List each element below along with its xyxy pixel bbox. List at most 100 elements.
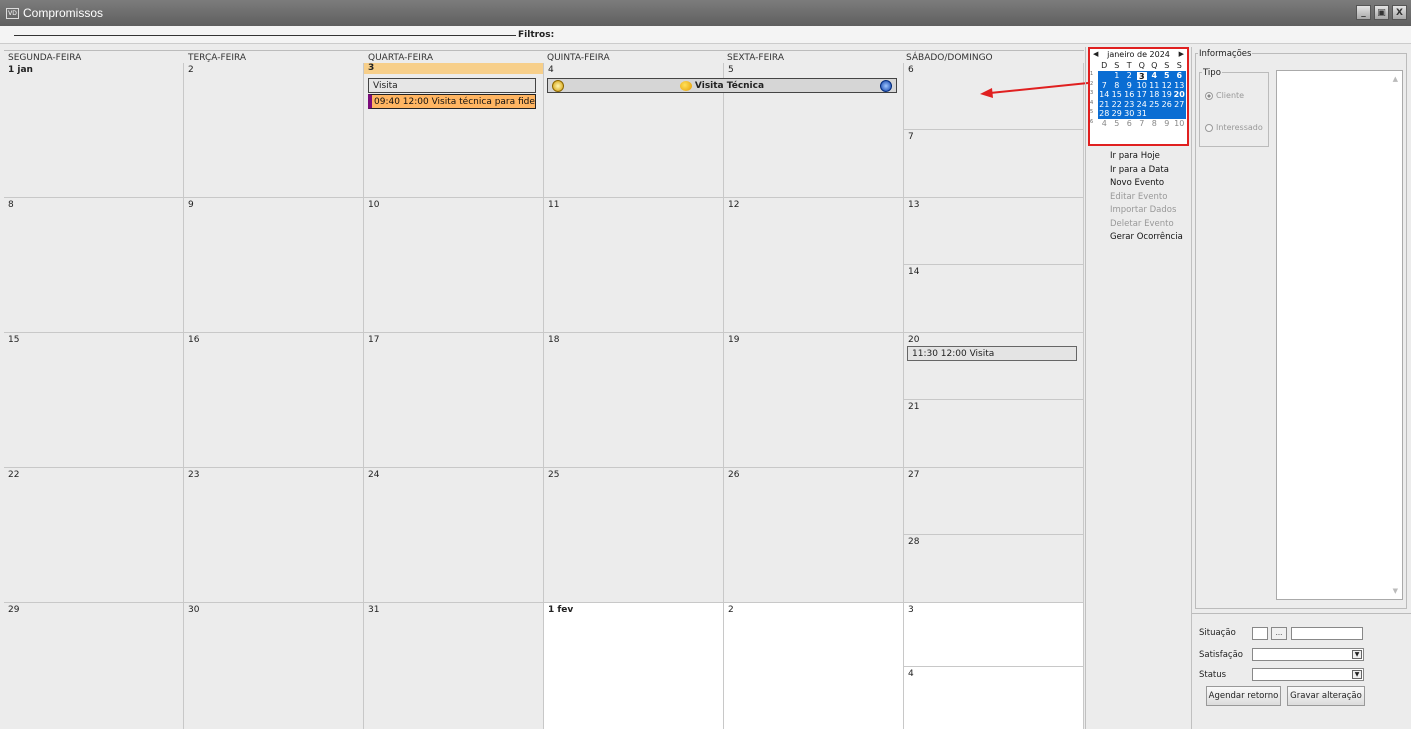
- day-cell[interactable]: 12: [724, 198, 904, 333]
- event-visita-sat20[interactable]: 11:30 12:00 Visita: [907, 346, 1077, 361]
- mini-day[interactable]: 28: [1098, 109, 1111, 119]
- mini-day-other-month[interactable]: 5: [1111, 119, 1124, 129]
- day-cell[interactable]: 13: [904, 198, 1084, 265]
- day-cell[interactable]: 29: [4, 603, 184, 729]
- event-visita-tecnica-multi-day[interactable]: Visita Técnica: [547, 78, 897, 93]
- mini-day[interactable]: 18: [1148, 90, 1161, 100]
- restore-button[interactable]: ▣: [1374, 5, 1389, 20]
- situacao-lookup-button[interactable]: ...: [1271, 627, 1287, 640]
- day-cell[interactable]: 18: [544, 333, 724, 468]
- mini-day[interactable]: 11: [1148, 80, 1161, 90]
- mini-day[interactable]: 8: [1110, 80, 1123, 90]
- day-cell[interactable]: 14: [904, 265, 1084, 333]
- mini-day[interactable]: 16: [1123, 90, 1136, 100]
- minimize-button[interactable]: _: [1356, 5, 1371, 20]
- day-cell[interactable]: 23: [184, 468, 364, 603]
- scroll-up-icon[interactable]: ▲: [1393, 75, 1398, 83]
- mini-day[interactable]: 1: [1110, 71, 1123, 81]
- day-cell-next-month[interactable]: 2: [724, 603, 904, 729]
- mini-day[interactable]: [1173, 109, 1186, 119]
- day-cell-next-month[interactable]: 4: [904, 667, 1084, 729]
- schedule-return-button[interactable]: Agendar retorno: [1206, 686, 1281, 706]
- day-cell[interactable]: 21: [904, 400, 1084, 468]
- day-cell[interactable]: 8: [4, 198, 184, 333]
- mini-day[interactable]: 6: [1173, 71, 1186, 81]
- day-cell[interactable]: 19: [724, 333, 904, 468]
- day-cell[interactable]: 26: [724, 468, 904, 603]
- day-cell[interactable]: 11: [544, 198, 724, 333]
- status-select[interactable]: ▼: [1252, 668, 1364, 681]
- mini-day[interactable]: [1160, 109, 1173, 119]
- mini-day-other-month[interactable]: 6: [1123, 119, 1136, 129]
- day-cell-next-month[interactable]: 3: [904, 603, 1084, 667]
- radio-interessado[interactable]: Interessado: [1205, 123, 1263, 132]
- event-visita-tecnica[interactable]: 09:40 12:00 Visita técnica para fideliza…: [368, 94, 536, 109]
- day-cell[interactable]: 22: [4, 468, 184, 603]
- day-cell[interactable]: 1 jan: [4, 63, 184, 198]
- mini-day-other-month[interactable]: 8: [1148, 119, 1161, 129]
- mini-calendar-grid[interactable]: 1 2 3 4 5 6 7 8 9 10 11 12 13 14 15 16 1…: [1098, 71, 1186, 128]
- day-cell[interactable]: 30: [184, 603, 364, 729]
- action-go-today[interactable]: Ir para Hoje: [1110, 150, 1183, 164]
- mini-day[interactable]: 17: [1135, 90, 1148, 100]
- mini-day[interactable]: [1148, 109, 1161, 119]
- mini-day[interactable]: 29: [1110, 109, 1123, 119]
- mini-day[interactable]: 10: [1135, 80, 1148, 90]
- scroll-down-icon[interactable]: ▼: [1393, 587, 1398, 595]
- mini-day[interactable]: 30: [1123, 109, 1136, 119]
- close-button[interactable]: X: [1392, 5, 1407, 20]
- mini-day[interactable]: 5: [1160, 71, 1173, 81]
- day-cell[interactable]: 20 11:30 12:00 Visita: [904, 333, 1084, 400]
- mini-calendar[interactable]: ◀ janeiro de 2024 ▶ D S T Q Q S S 1 2 3 …: [1088, 47, 1189, 146]
- mini-day[interactable]: 20: [1173, 90, 1186, 100]
- mini-day[interactable]: 25: [1148, 99, 1161, 109]
- mini-day-today[interactable]: 3: [1135, 71, 1148, 81]
- day-cell[interactable]: 9: [184, 198, 364, 333]
- mini-day[interactable]: [1098, 71, 1111, 81]
- day-cell[interactable]: 25: [544, 468, 724, 603]
- mini-day[interactable]: 31: [1135, 109, 1148, 119]
- action-go-to-date[interactable]: Ir para a Data: [1110, 164, 1183, 178]
- mini-day-other-month[interactable]: 9: [1161, 119, 1174, 129]
- mini-day[interactable]: 14: [1098, 90, 1111, 100]
- mini-day[interactable]: 9: [1123, 80, 1136, 90]
- day-cell[interactable]: 16: [184, 333, 364, 468]
- mini-day[interactable]: 19: [1160, 90, 1173, 100]
- day-cell[interactable]: 31: [364, 603, 544, 729]
- mini-day[interactable]: 22: [1110, 99, 1123, 109]
- mini-day[interactable]: 2: [1123, 71, 1136, 81]
- filters-bar[interactable]: Filtros:: [0, 26, 1411, 44]
- day-cell-next-month[interactable]: 1 fev: [544, 603, 724, 729]
- day-cell[interactable]: 15: [4, 333, 184, 468]
- satisfacao-select[interactable]: ▼: [1252, 648, 1364, 661]
- day-cell[interactable]: 6: [904, 63, 1084, 130]
- day-cell[interactable]: 7: [904, 130, 1084, 198]
- mini-day-other-month[interactable]: 10: [1173, 119, 1186, 129]
- day-cell[interactable]: 10: [364, 198, 544, 333]
- mini-day-other-month[interactable]: 4: [1098, 119, 1111, 129]
- mini-day[interactable]: 24: [1135, 99, 1148, 109]
- day-cell[interactable]: 17: [364, 333, 544, 468]
- day-cell[interactable]: 2: [184, 63, 364, 198]
- mini-day[interactable]: 26: [1160, 99, 1173, 109]
- situacao-description-field[interactable]: [1291, 627, 1363, 640]
- mini-day[interactable]: 7: [1098, 80, 1111, 90]
- mini-day-other-month[interactable]: 7: [1136, 119, 1149, 129]
- mini-day[interactable]: 13: [1173, 80, 1186, 90]
- mini-day[interactable]: 23: [1123, 99, 1136, 109]
- mini-day[interactable]: 4: [1148, 71, 1161, 81]
- radio-cliente[interactable]: Cliente: [1205, 91, 1244, 100]
- filters-label[interactable]: Filtros:: [518, 30, 554, 40]
- event-visita[interactable]: Visita: [368, 78, 536, 93]
- day-cell[interactable]: 28: [904, 535, 1084, 603]
- mini-calendar-month[interactable]: janeiro de 2024: [1090, 50, 1187, 60]
- mini-day[interactable]: 12: [1160, 80, 1173, 90]
- next-month-icon[interactable]: ▶: [1179, 50, 1184, 58]
- mini-day[interactable]: 21: [1098, 99, 1111, 109]
- mini-day[interactable]: 27: [1173, 99, 1186, 109]
- day-cell[interactable]: 27: [904, 468, 1084, 535]
- day-cell[interactable]: 24: [364, 468, 544, 603]
- situacao-code-field[interactable]: [1252, 627, 1268, 640]
- save-changes-button[interactable]: Gravar alteração: [1287, 686, 1365, 706]
- info-notes-textarea[interactable]: ▲ ▼: [1276, 70, 1403, 600]
